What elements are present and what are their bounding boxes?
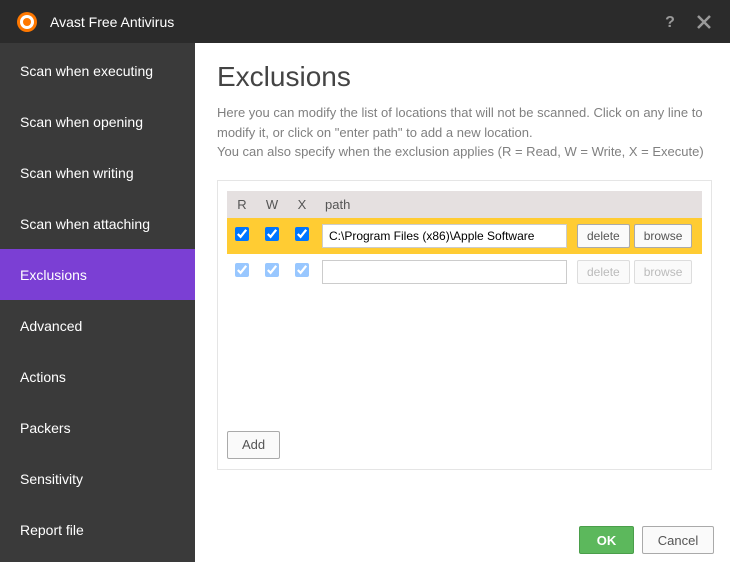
column-header-r: R <box>227 191 257 218</box>
sidebar-item-exclusions[interactable]: Exclusions <box>0 249 195 300</box>
sidebar-item-label: Scan when attaching <box>20 216 150 232</box>
sidebar-item-label: Actions <box>20 369 66 385</box>
exclusions-panel: R W X path dele <box>217 180 712 470</box>
sidebar-item-label: Sensitivity <box>20 471 83 487</box>
close-button[interactable] <box>690 8 718 36</box>
sidebar-item-sensitivity[interactable]: Sensitivity <box>0 453 195 504</box>
sidebar-item-label: Advanced <box>20 318 82 334</box>
sidebar-item-label: Exclusions <box>20 267 87 283</box>
titlebar: Avast Free Antivirus ? <box>0 0 730 43</box>
write-checkbox[interactable] <box>265 263 279 277</box>
sidebar-item-label: Scan when writing <box>20 165 134 181</box>
sidebar-item-label: Scan when executing <box>20 63 153 79</box>
path-input[interactable] <box>322 260 567 284</box>
svg-text:?: ? <box>665 14 675 31</box>
sidebar-item-label: Scan when opening <box>20 114 143 130</box>
sidebar-item-actions[interactable]: Actions <box>0 351 195 402</box>
cancel-button[interactable]: Cancel <box>642 526 714 554</box>
sidebar-item-label: Packers <box>20 420 71 436</box>
execute-checkbox[interactable] <box>295 263 309 277</box>
delete-button[interactable]: delete <box>577 224 630 248</box>
sidebar: Scan when executing Scan when opening Sc… <box>0 43 195 562</box>
sidebar-item-report-file[interactable]: Report file <box>0 504 195 555</box>
column-header-x: X <box>287 191 317 218</box>
dialog-footer: OK Cancel <box>579 526 714 554</box>
browse-button[interactable]: browse <box>634 260 693 284</box>
sidebar-item-scan-opening[interactable]: Scan when opening <box>0 96 195 147</box>
sidebar-item-scan-writing[interactable]: Scan when writing <box>0 147 195 198</box>
read-checkbox[interactable] <box>235 263 249 277</box>
read-checkbox[interactable] <box>235 227 249 241</box>
app-title: Avast Free Antivirus <box>50 14 650 30</box>
sidebar-item-packers[interactable]: Packers <box>0 402 195 453</box>
help-button[interactable]: ? <box>656 8 684 36</box>
page-description: Here you can modify the list of location… <box>217 103 707 162</box>
sidebar-item-scan-executing[interactable]: Scan when executing <box>0 45 195 96</box>
sidebar-item-scan-attaching[interactable]: Scan when attaching <box>0 198 195 249</box>
add-button[interactable]: Add <box>227 431 280 459</box>
delete-button[interactable]: delete <box>577 260 630 284</box>
table-row[interactable]: delete browse <box>227 254 702 290</box>
table-row[interactable]: delete browse <box>227 218 702 254</box>
execute-checkbox[interactable] <box>295 227 309 241</box>
write-checkbox[interactable] <box>265 227 279 241</box>
main-content: Exclusions Here you can modify the list … <box>195 43 730 562</box>
sidebar-item-label: Report file <box>20 522 84 538</box>
page-title: Exclusions <box>217 61 712 93</box>
app-logo-icon <box>16 11 38 33</box>
path-input[interactable] <box>322 224 567 248</box>
column-header-path: path <box>317 191 572 218</box>
ok-button[interactable]: OK <box>579 526 634 554</box>
column-header-w: W <box>257 191 287 218</box>
browse-button[interactable]: browse <box>634 224 693 248</box>
exclusions-table: R W X path dele <box>227 191 702 290</box>
sidebar-item-advanced[interactable]: Advanced <box>0 300 195 351</box>
